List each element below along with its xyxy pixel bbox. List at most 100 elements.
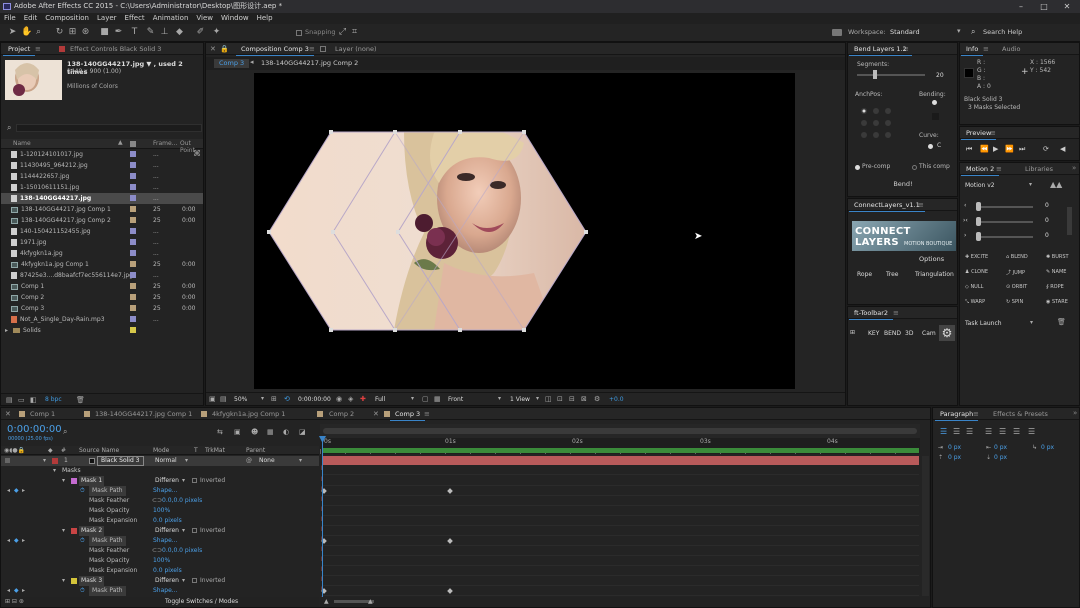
clone-button[interactable]: ♟ CLONE bbox=[965, 269, 988, 275]
frame-blending-icon[interactable]: ▦ bbox=[267, 428, 274, 436]
magnification-icon[interactable]: ▤ bbox=[220, 395, 227, 403]
project-search-input[interactable] bbox=[16, 124, 202, 132]
show-snapshot-icon[interactable]: ◈ bbox=[348, 395, 353, 403]
track-row[interactable]: I bbox=[321, 566, 919, 576]
tab-layer[interactable]: Layer (none) bbox=[330, 43, 381, 55]
project-item[interactable]: ▸ Solids bbox=[1, 325, 203, 336]
ft-key-button[interactable]: KEY bbox=[868, 330, 879, 337]
jump-button[interactable]: ⤴ JUMP bbox=[1006, 269, 1025, 276]
project-search-icon[interactable]: ⌕ bbox=[7, 123, 11, 133]
project-item[interactable]: 140-150421152455.jpg... bbox=[1, 226, 203, 237]
play-icon[interactable]: ▶ bbox=[993, 145, 998, 153]
toggle-switches-modes[interactable]: Toggle Switches / Modes bbox=[165, 598, 238, 605]
first-frame-icon[interactable]: ⏮ bbox=[966, 145, 972, 154]
panel-overflow-icon[interactable]: » bbox=[1072, 164, 1076, 172]
justify-center-icon[interactable]: ☰ bbox=[999, 427, 1006, 436]
hand-tool-icon[interactable]: ✋ bbox=[21, 28, 32, 37]
project-item-label[interactable] bbox=[130, 195, 136, 201]
loop-icon[interactable]: ⟳ bbox=[1043, 145, 1049, 153]
project-item-label[interactable] bbox=[130, 173, 136, 179]
tab-project[interactable]: Project bbox=[3, 43, 36, 56]
delete-icon[interactable]: 🗑 bbox=[76, 396, 85, 404]
col-mode[interactable]: Mode bbox=[153, 447, 169, 454]
flowchart-icon[interactable]: ⊠ bbox=[581, 395, 587, 403]
motion-panel-menu-icon[interactable]: ≡ bbox=[996, 165, 1002, 173]
project-item-label[interactable] bbox=[130, 283, 136, 289]
timeline-scrollbar[interactable] bbox=[922, 456, 929, 596]
resolution-dropdown-icon[interactable]: ▾ bbox=[411, 395, 414, 402]
indent-right-value[interactable]: 0 px bbox=[994, 444, 1007, 451]
col-t[interactable]: T bbox=[194, 447, 198, 454]
menu-file[interactable]: File bbox=[0, 13, 20, 24]
space-after-value[interactable]: 0 px bbox=[994, 454, 1007, 461]
work-area-bar[interactable] bbox=[322, 448, 919, 453]
comp-mini-flowchart-icon[interactable]: ⇆ bbox=[217, 428, 223, 436]
tab-ft-toolbar[interactable]: ft-Toolbar2 bbox=[849, 307, 894, 320]
rotate-tool-icon[interactable]: ↻ bbox=[55, 28, 64, 37]
warp-button[interactable]: ⤡ WARP bbox=[965, 299, 985, 305]
tab-info[interactable]: Info bbox=[961, 43, 984, 56]
tab-motion[interactable]: Motion 2 bbox=[961, 163, 1000, 176]
timeline-tab-comp2[interactable]: Comp 2 bbox=[324, 408, 359, 420]
col-frame[interactable]: Frame... bbox=[153, 140, 177, 147]
keyframe[interactable] bbox=[447, 538, 453, 544]
justify-right-icon[interactable]: ☰ bbox=[1013, 427, 1020, 436]
snapshot-icon[interactable]: ◉ bbox=[336, 395, 342, 403]
project-item-label[interactable] bbox=[130, 162, 136, 168]
zoom-out-icon[interactable]: ▲ bbox=[324, 598, 329, 605]
breadcrumb-comp3[interactable]: Comp 3 bbox=[214, 59, 250, 68]
close-tab-icon[interactable]: ✕ bbox=[210, 45, 216, 53]
ft-settings-icon[interactable]: ⚙ bbox=[939, 325, 955, 341]
ft-3d-button[interactable]: 3D bbox=[905, 330, 913, 337]
track-row[interactable]: I bbox=[321, 576, 919, 586]
workspace-select[interactable]: Standard bbox=[890, 28, 920, 36]
ft-panel-menu-icon[interactable]: ≡ bbox=[893, 309, 899, 317]
space-before-value[interactable]: 0 px bbox=[948, 454, 961, 461]
triangulation-button[interactable]: Triangulation bbox=[915, 271, 954, 278]
timeline-tab-comp3[interactable]: Comp 3 bbox=[390, 408, 426, 421]
ft-bend-button[interactable]: BEND bbox=[884, 330, 901, 337]
project-item-label[interactable] bbox=[130, 272, 136, 278]
info-panel-menu-icon[interactable]: ≡ bbox=[983, 45, 989, 53]
layer-label-color[interactable] bbox=[52, 458, 58, 464]
tab-paragraph[interactable]: Paragraph bbox=[935, 408, 979, 421]
snap-edges-icon[interactable]: ⌗ bbox=[350, 28, 359, 37]
tab-connect-layers[interactable]: ConnectLayers_v1.1 bbox=[849, 199, 925, 212]
next-frame-icon[interactable]: ⏩ bbox=[1005, 145, 1014, 153]
eraser-tool-icon[interactable]: ◆ bbox=[175, 28, 184, 37]
close-timeline-tab-icon[interactable]: ✕ bbox=[5, 410, 11, 418]
motion-blur-icon[interactable]: ◐ bbox=[283, 428, 289, 436]
bending-box[interactable] bbox=[932, 113, 939, 120]
timeline-menu-icon[interactable]: ≡ bbox=[424, 410, 430, 418]
name-button[interactable]: ✎ NAME bbox=[1046, 269, 1066, 275]
prev-frame-icon[interactable]: ⏪ bbox=[980, 145, 989, 153]
tab-audio[interactable]: Audio bbox=[997, 43, 1025, 55]
motion-slider-2[interactable] bbox=[978, 221, 1033, 223]
mask-visibility-icon[interactable]: ⟲ bbox=[284, 395, 290, 403]
motion-slider-1-handle[interactable] bbox=[976, 202, 981, 211]
align-right-icon[interactable]: ☰ bbox=[966, 427, 973, 436]
draft-3d-icon[interactable]: ▣ bbox=[234, 428, 241, 436]
ft-grid-icon[interactable]: ⊞ bbox=[850, 329, 855, 336]
align-center-icon[interactable]: ☰ bbox=[953, 427, 960, 436]
close-icon[interactable]: ✕ bbox=[1056, 0, 1078, 13]
maximize-icon[interactable]: □ bbox=[1033, 0, 1055, 13]
track-row[interactable]: I bbox=[321, 486, 919, 496]
col-source-name[interactable]: Source Name bbox=[79, 447, 119, 454]
zoom-in-icon[interactable]: ▲ bbox=[368, 598, 373, 605]
zoom-tool-icon[interactable]: ⌕ bbox=[34, 28, 43, 37]
video-toggle-icon[interactable] bbox=[5, 458, 10, 463]
curve-radio[interactable] bbox=[928, 144, 933, 149]
indent-first-value[interactable]: 0 px bbox=[1041, 444, 1054, 451]
timeline-current-time[interactable]: 0:00:00:00 bbox=[7, 424, 62, 435]
anchpos-grid[interactable] bbox=[860, 107, 894, 141]
menu-animation[interactable]: Animation bbox=[149, 13, 193, 24]
null-button[interactable]: ◇ NULL bbox=[965, 284, 983, 290]
menu-help[interactable]: Help bbox=[253, 13, 277, 24]
track-row[interactable]: I bbox=[321, 516, 919, 526]
zoom-select[interactable]: 50% bbox=[234, 396, 247, 403]
zoom-dropdown-icon[interactable]: ▾ bbox=[261, 395, 264, 402]
timeline-search-icon[interactable]: ⌕ bbox=[63, 427, 67, 437]
track-row[interactable]: I bbox=[321, 476, 919, 486]
timeline-search-input[interactable] bbox=[73, 428, 193, 437]
